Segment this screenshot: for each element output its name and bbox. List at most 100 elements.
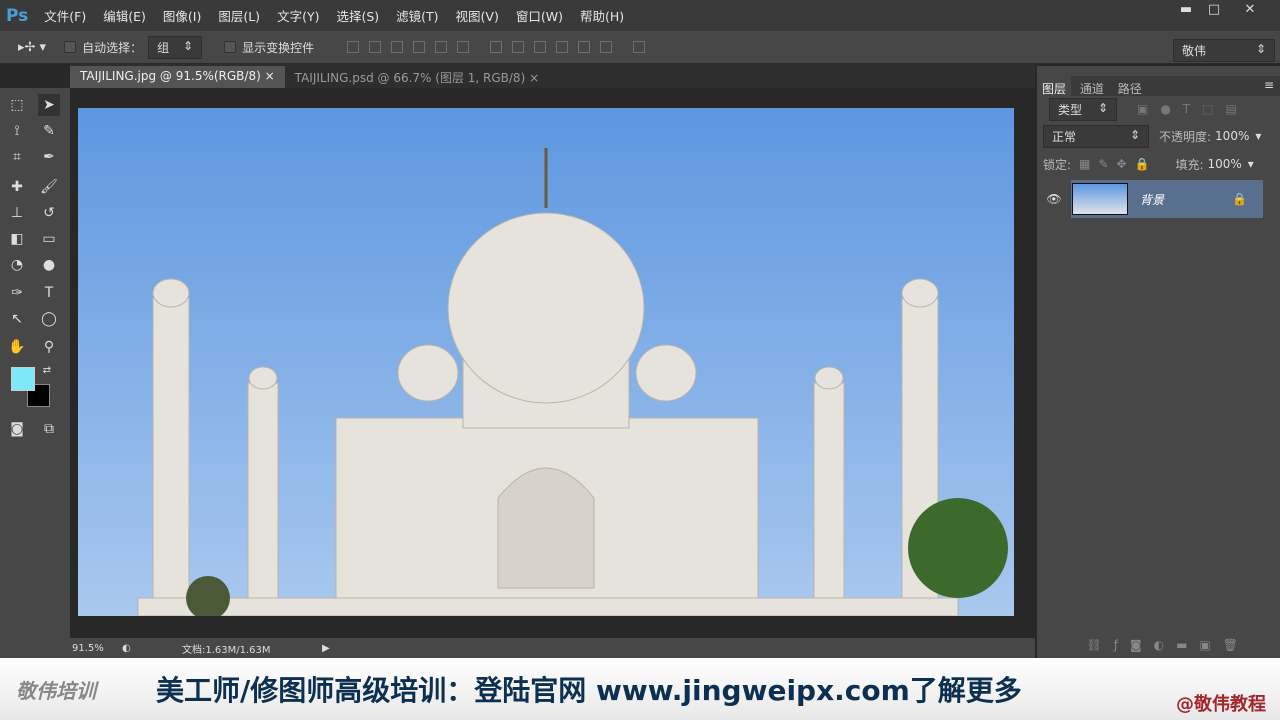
menu-file[interactable]: 文件(F) [44, 6, 86, 25]
menu-bar: Ps 文件(F) 编辑(E) 图像(I) 图层(L) 文字(Y) 选择(S) 滤… [0, 0, 1280, 31]
layer-filter-dropdown[interactable]: 类型 ⇕ [1049, 97, 1117, 121]
align-left-icon[interactable] [413, 41, 426, 53]
quick-mask-icon[interactable]: ◙ [6, 418, 28, 440]
crop-tool-icon[interactable]: ⌗ [6, 146, 28, 168]
lock-icons[interactable]: ▦✎✥🔒 [1079, 157, 1157, 171]
distribute-right-icon[interactable] [600, 41, 613, 53]
type-tool-icon[interactable]: T [38, 282, 60, 304]
distribute-top-icon[interactable] [490, 41, 503, 53]
tab-label: TAIJILING.jpg @ 91.5%(RGB/8) [80, 69, 261, 83]
blend-value: 正常 [1052, 129, 1077, 144]
visibility-eye-icon[interactable]: 👁 [1037, 180, 1071, 218]
menu-select[interactable]: 选择(S) [336, 6, 379, 25]
screen-mode-icon[interactable]: ⧉ [38, 418, 60, 440]
maximize-button[interactable]: □ [1200, 2, 1228, 20]
document-size: 文档:1.63M/1.63M [182, 644, 271, 656]
align-hcenter-icon[interactable] [435, 41, 448, 53]
zoom-level[interactable]: 91.5% [72, 643, 122, 654]
swap-colors-icon[interactable]: ⇄ [36, 360, 58, 382]
distribute-vcenter-icon[interactable] [512, 41, 525, 53]
filter-icons[interactable]: ▣●T⬚▤ [1137, 102, 1249, 116]
foreground-color-swatch[interactable] [11, 367, 35, 391]
auto-align-icon[interactable] [633, 41, 646, 53]
lasso-tool-icon[interactable]: ⟟ [6, 120, 28, 142]
filter-value: 类型 [1058, 102, 1083, 117]
brand-logo: 敬伟培训 [16, 678, 96, 703]
distribute-left-icon[interactable] [556, 41, 569, 53]
workspace-dropdown[interactable]: 敬伟 ⇕ [1173, 39, 1275, 62]
canvas-area[interactable] [70, 88, 1030, 638]
dodge-tool-icon[interactable]: ● [38, 254, 60, 276]
blend-mode-dropdown[interactable]: 正常 ⇕ [1043, 124, 1149, 148]
toolbox: ⬚ ➤ ⟟ ✎ ⌗ ✒ ✚ 🖌 ⊥ ↺ ◧ ▭ ◔ ● ✑ T ↖ ◯ ✋ ⚲ … [0, 88, 70, 658]
brush-tool-icon[interactable]: 🖌 [38, 176, 60, 198]
lock-label: 锁定: [1043, 157, 1072, 172]
ellipse-tool-icon[interactable]: ◯ [38, 308, 60, 330]
fill-input[interactable]: 100% [1207, 157, 1241, 171]
menu-layer[interactable]: 图层(L) [218, 6, 260, 25]
photoshop-logo: Ps [6, 5, 29, 26]
gradient-tool-icon[interactable]: ▭ [38, 228, 60, 250]
distribute-hcenter-icon[interactable] [578, 41, 591, 53]
minimize-button[interactable]: ▬ [1172, 2, 1200, 20]
marquee-tool-icon[interactable]: ⬚ [6, 94, 28, 116]
close-button[interactable]: ✕ [1236, 2, 1264, 20]
menu-help[interactable]: 帮助(H) [580, 6, 624, 25]
tab-label: TAIJILING.psd @ 66.7% (图层 1, RGB/8) [294, 71, 526, 85]
distribute-bottom-icon[interactable] [534, 41, 547, 53]
menu-type[interactable]: 文字(Y) [277, 6, 319, 25]
hand-tool-icon[interactable]: ✋ [6, 336, 28, 358]
zoom-tool-icon[interactable]: ⚲ [38, 336, 60, 358]
opacity-input[interactable]: 100% [1215, 129, 1249, 143]
opacity-slider-icon[interactable]: ▾ [1255, 129, 1261, 143]
layer-lock-icon: 🔒 [1232, 192, 1247, 206]
layers-panel: 图层 通道 路径 ≡ 类型 ⇕ ▣●T⬚▤ 正常 ⇕ 不透明度: 100% ▾ 锁定: ▦✎✥… [1037, 66, 1280, 658]
auto-select-label: 自动选择： [82, 40, 143, 55]
menu-image[interactable]: 图像(I) [163, 6, 201, 25]
tab-taijiling-jpg[interactable]: TAIJILING.jpg @ 91.5%(RGB/8) × [70, 66, 285, 88]
align-right-icon[interactable] [457, 41, 470, 53]
fill-label: 填充: [1175, 157, 1204, 172]
status-bar: 91.5% ◐ 文档:1.63M/1.63M ▶ [70, 638, 1035, 658]
auto-select-dropdown[interactable]: 组 ⇕ [148, 35, 203, 59]
status-icon: ◐ [122, 642, 131, 654]
healing-brush-icon[interactable]: ✚ [6, 176, 28, 198]
pen-tool-icon[interactable]: ✑ [6, 282, 28, 304]
history-brush-icon[interactable]: ↺ [38, 202, 60, 224]
show-transform-checkbox[interactable] [224, 41, 237, 53]
fill-slider-icon[interactable]: ▾ [1248, 157, 1254, 171]
quick-select-tool-icon[interactable]: ✎ [38, 120, 60, 142]
eraser-tool-icon[interactable]: ◧ [6, 228, 28, 250]
opacity-label: 不透明度: [1159, 129, 1212, 144]
menu-filter[interactable]: 滤镜(T) [396, 6, 438, 25]
panel-menu-icon[interactable]: ≡ [1264, 78, 1274, 92]
move-tool-icon[interactable]: ➤ [38, 94, 60, 116]
align-vcenter-icon[interactable] [369, 41, 382, 53]
banner-text: 美工师/修图师高级培训：登陆官网 www.jingweipx.com了解更多 [156, 674, 1022, 707]
menu-edit[interactable]: 编辑(E) [103, 6, 146, 25]
workspace-value: 敬伟 [1182, 44, 1207, 58]
layer-row-background[interactable]: 👁 背景 🔒 [1037, 180, 1263, 218]
path-select-icon[interactable]: ↖ [6, 308, 28, 330]
layer-name: 背景 [1140, 192, 1165, 207]
options-bar: ▸✢ ▾ 自动选择： 组 ⇕ 显示变换控件 [0, 31, 1280, 64]
close-tab-icon[interactable]: × [265, 69, 275, 83]
menu-view[interactable]: 视图(V) [456, 6, 499, 25]
clone-stamp-icon[interactable]: ⊥ [6, 202, 28, 224]
auto-select-value: 组 [157, 40, 170, 55]
show-transform-label: 显示变换控件 [242, 40, 315, 55]
eyedropper-tool-icon[interactable]: ✒ [38, 146, 60, 168]
menu-window[interactable]: 窗口(W) [516, 6, 563, 25]
promo-banner: 敬伟培训 美工师/修图师高级培训：登陆官网 www.jingweipx.com了… [0, 658, 1280, 720]
tab-taijiling-psd[interactable]: TAIJILING.psd @ 66.7% (图层 1, RGB/8) × [285, 66, 549, 88]
blur-tool-icon[interactable]: ◔ [6, 254, 28, 276]
close-tab-icon[interactable]: × [529, 71, 539, 85]
align-buttons [342, 41, 650, 53]
align-top-icon[interactable] [347, 41, 360, 53]
align-bottom-icon[interactable] [391, 41, 404, 53]
panel-footer-buttons[interactable]: ⛓ƒ◙◐▬▣🗑 [1037, 638, 1280, 658]
status-menu-arrow-icon[interactable]: ▶ [322, 643, 330, 654]
move-tool-preset-icon[interactable]: ▸✢ ▾ [18, 40, 46, 55]
auto-select-checkbox[interactable] [64, 41, 77, 53]
weibo-handle: @敬伟教程 [1176, 694, 1266, 715]
